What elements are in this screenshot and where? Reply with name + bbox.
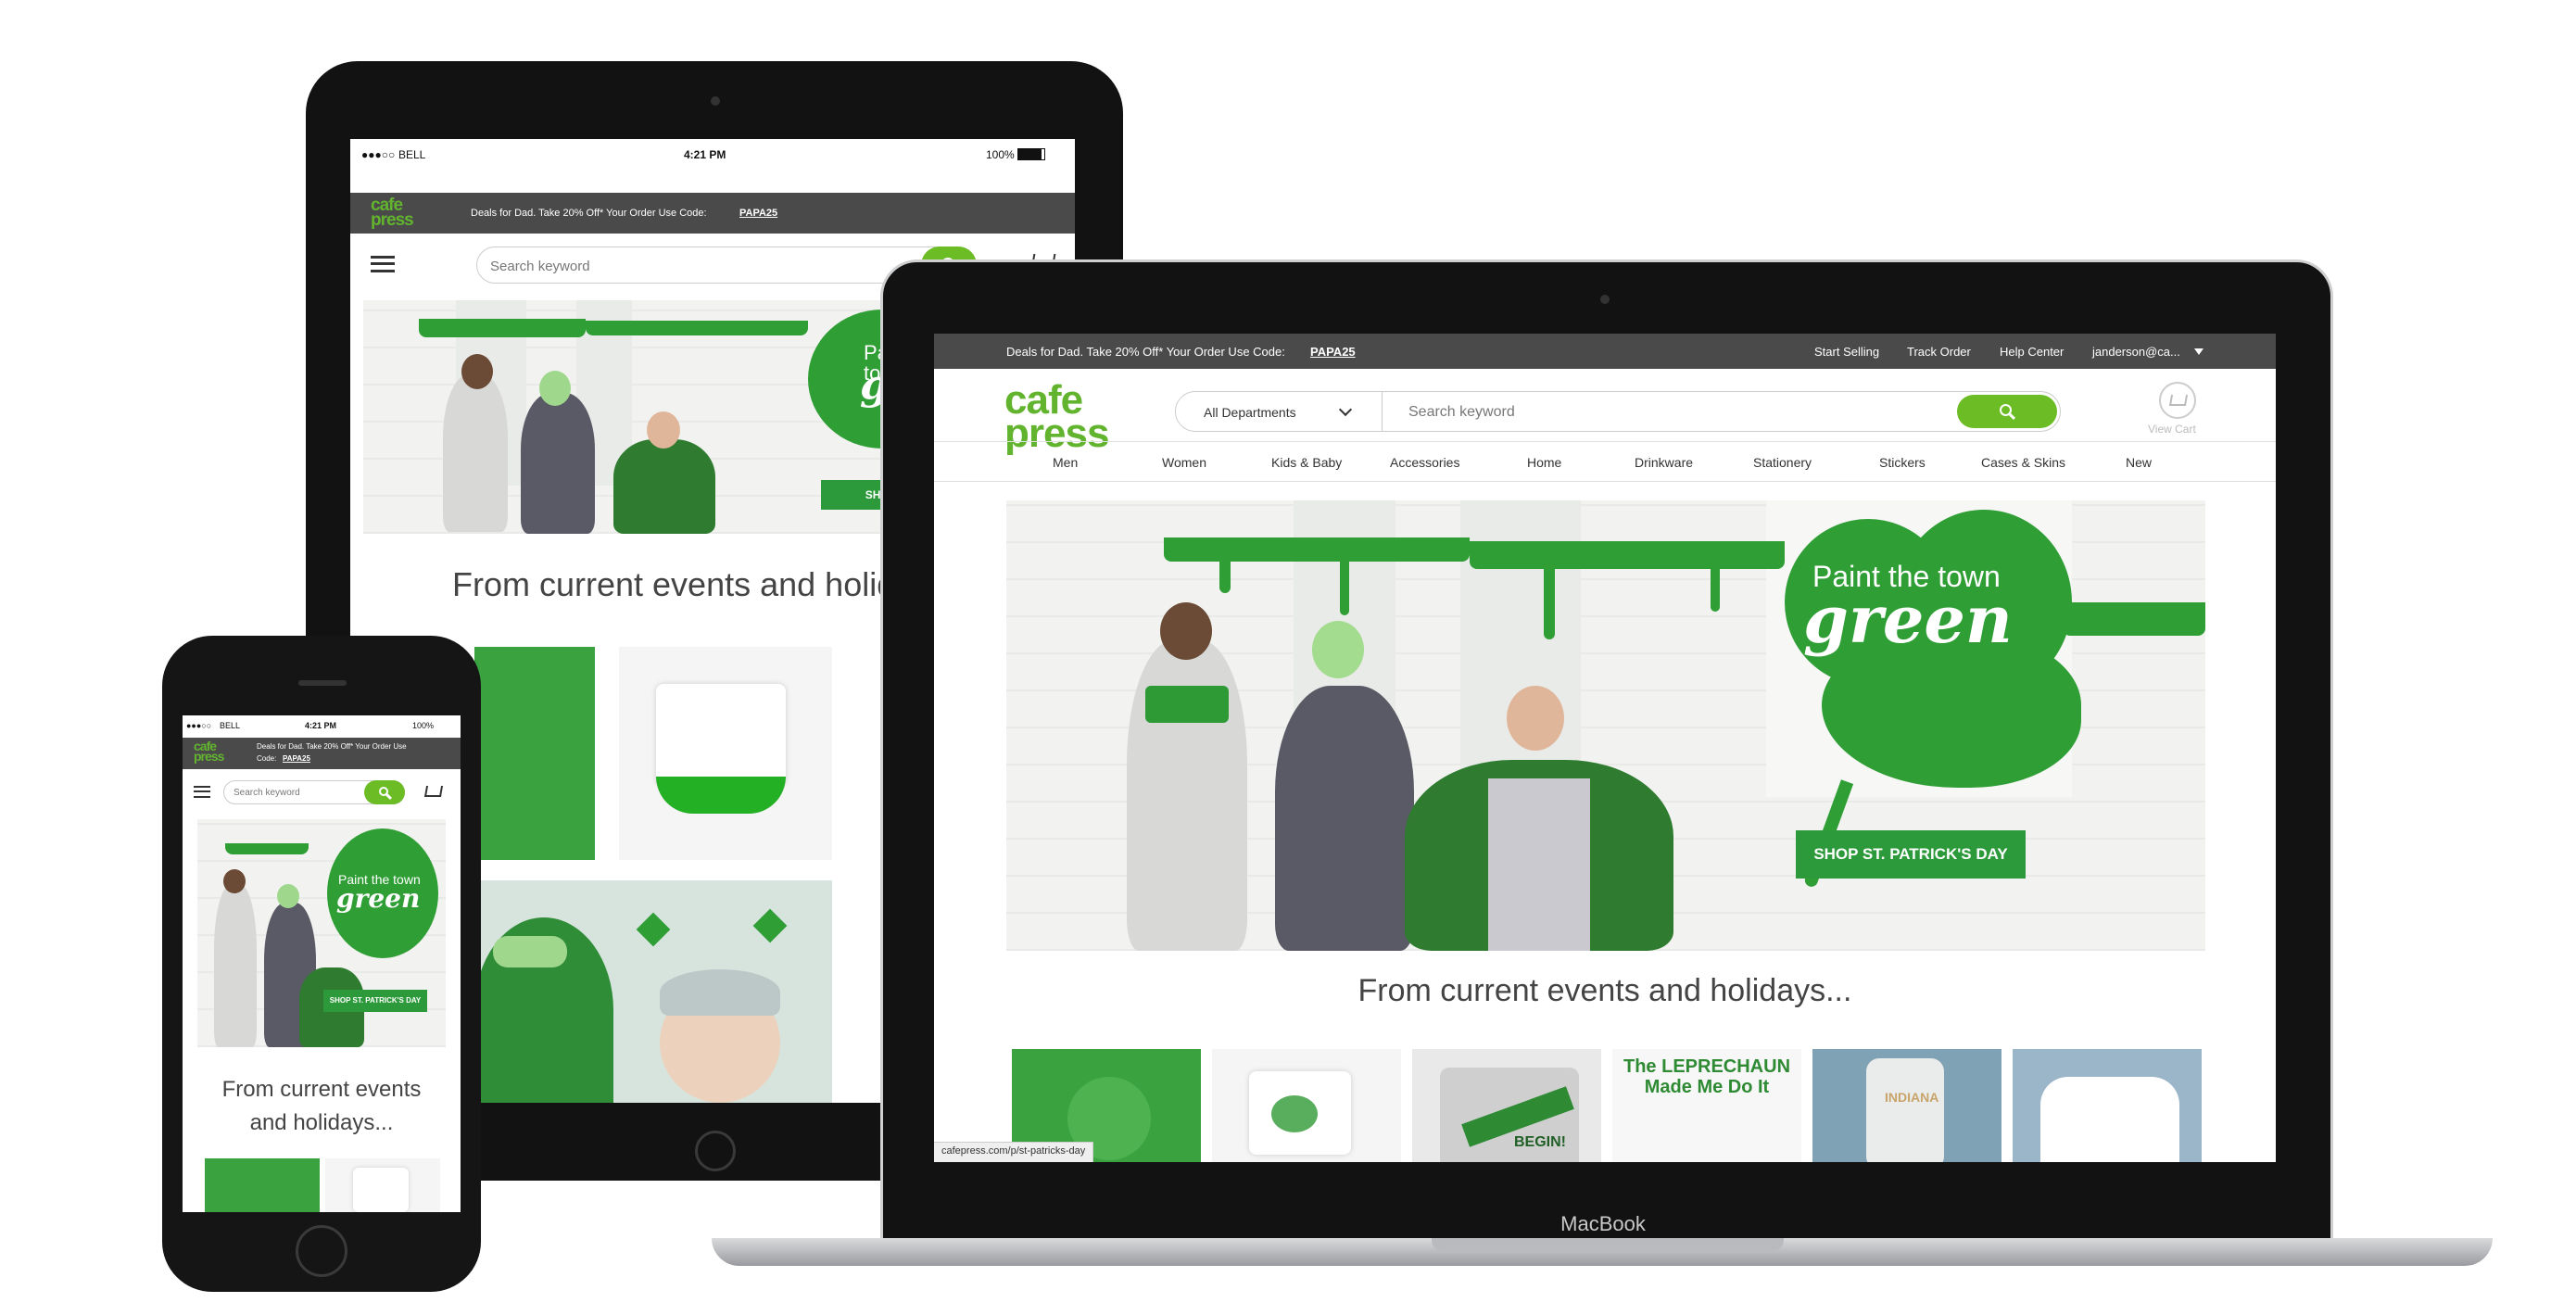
account-menu[interactable]: janderson@ca... <box>2092 345 2180 359</box>
view-cart-label[interactable]: View Cart <box>2148 423 2196 436</box>
nav-stationery[interactable]: Stationery <box>1753 455 1812 470</box>
track-order-link[interactable]: Track Order <box>1907 345 1971 359</box>
phone-home-button[interactable] <box>296 1225 347 1277</box>
product-tile[interactable]: INDIANA <box>1812 1049 2001 1162</box>
search-button[interactable] <box>364 780 405 804</box>
tablet-home-button[interactable] <box>695 1131 736 1171</box>
status-time: 4:21 PM <box>684 148 726 161</box>
promo-text: Deals for Dad. Take 20% Off* Your Order … <box>471 208 707 219</box>
battery-label: 100% <box>412 721 435 730</box>
help-center-link[interactable]: Help Center <box>2000 345 2064 359</box>
section-heading: From current events <box>221 1077 422 1102</box>
promo-text: Deals for Dad. Take 20% Off* Your Order … <box>1006 345 1285 359</box>
product-tile[interactable] <box>1212 1049 1401 1162</box>
promo-bar: Deals for Dad. Take 20% Off* Your Order … <box>934 334 2276 369</box>
cart-icon[interactable] <box>2159 382 2196 419</box>
cafepress-logo[interactable]: cafe press <box>194 740 224 765</box>
status-bar: ●●●○○ BELL 4:21 PM 100% <box>350 139 1075 171</box>
hero-headline: green <box>336 883 421 914</box>
tile-caption: BEGIN! <box>1514 1134 1566 1150</box>
nav-kids-baby[interactable]: Kids & Baby <box>1271 455 1342 470</box>
start-selling-link[interactable]: Start Selling <box>1814 345 1879 359</box>
hero-banner[interactable]: Paint the town green SHOP ST. PATRICK'S … <box>1006 500 2205 951</box>
promo-bar: cafe press Deals for Dad. Take 20% Off* … <box>183 738 461 769</box>
search-icon <box>2000 404 2012 416</box>
nav-new[interactable]: New <box>2126 455 2152 470</box>
signal-icon: ●●●○○ <box>186 721 212 730</box>
product-tile[interactable] <box>474 880 832 1103</box>
promo-code[interactable]: PAPA25 <box>283 754 310 763</box>
section-heading: From current events and holidays... <box>1357 973 1852 1008</box>
promo-code[interactable]: PAPA25 <box>739 208 777 219</box>
product-tile[interactable]: The LEPRECHAUN Made Me Do It <box>1612 1049 1801 1162</box>
tile-caption: INDIANA <box>1885 1090 1939 1105</box>
nav-cases-skins[interactable]: Cases & Skins <box>1981 455 2065 470</box>
cafepress-logo[interactable]: cafe press <box>371 196 414 230</box>
status-time: 4:21 PM <box>305 721 337 730</box>
category-nav: Men Women Kids & Baby Accessories Home D… <box>934 441 2276 482</box>
hero-cta-button[interactable]: SHOP ST. PATRICK'S DAY <box>1796 830 2026 879</box>
macbook-screen: Deals for Dad. Take 20% Off* Your Order … <box>934 334 2276 1162</box>
macbook-notch <box>1432 1238 1784 1251</box>
logo-line2: press <box>194 749 224 765</box>
nav-accessories[interactable]: Accessories <box>1390 455 1459 470</box>
search-icon <box>379 787 388 796</box>
chevron-down-icon <box>1338 402 1353 417</box>
department-select[interactable]: All Departments <box>1175 391 1383 432</box>
macbook-camera <box>1600 295 1610 304</box>
hero-banner[interactable]: Paint the town green SHOP ST. <box>363 300 956 534</box>
product-tile[interactable] <box>619 647 832 860</box>
nav-stickers[interactable]: Stickers <box>1879 455 1926 470</box>
search-placeholder: Search keyword <box>1408 404 1515 420</box>
nav-drinkware[interactable]: Drinkware <box>1635 455 1693 470</box>
product-tile[interactable] <box>205 1158 320 1212</box>
battery-icon <box>1017 148 1045 160</box>
product-tile[interactable] <box>2013 1049 2202 1162</box>
nav-men[interactable]: Men <box>1053 455 1078 470</box>
caret-down-icon[interactable] <box>2194 348 2203 355</box>
signal-icon: ●●●○○ <box>361 148 396 161</box>
section-heading: From current events and holid <box>452 565 896 603</box>
tile-caption: The LEPRECHAUN Made Me Do It <box>1623 1056 1791 1097</box>
search-placeholder: Search keyword <box>234 788 300 798</box>
product-tile[interactable] <box>325 1158 440 1212</box>
tablet-camera <box>711 96 720 106</box>
hamburger-menu-icon[interactable] <box>371 256 395 272</box>
cart-icon[interactable] <box>423 786 444 797</box>
carrier-label: BELL <box>220 721 241 730</box>
search-button[interactable] <box>1957 395 2057 428</box>
battery-label: 100% <box>986 148 1015 161</box>
macbook-label: MacBook <box>1560 1212 1646 1235</box>
carrier-label: BELL <box>398 148 426 161</box>
nav-home[interactable]: Home <box>1527 455 1561 470</box>
hero-banner[interactable]: Paint the town green SHOP ST. PATRICK'S … <box>197 819 446 1047</box>
search-placeholder: Search keyword <box>490 259 590 274</box>
section-heading-line2: and holidays... <box>249 1110 394 1135</box>
product-tile[interactable]: BEGIN! <box>1412 1049 1601 1162</box>
hero-headline: green <box>1803 581 2013 658</box>
promo-text: Deals for Dad. Take 20% Off* Your Order … <box>257 742 407 751</box>
nav-women[interactable]: Women <box>1162 455 1206 470</box>
hamburger-menu-icon[interactable] <box>194 786 210 798</box>
promo-code-label: Code: <box>257 754 277 763</box>
promo-code[interactable]: PAPA25 <box>1310 345 1356 359</box>
department-label: All Departments <box>1204 405 1296 420</box>
phone-screen: ●●●○○ BELL 4:21 PM 100% cafe press Deals… <box>183 715 461 1212</box>
status-url: cafepress.com/p/st-patricks-day <box>934 1142 1094 1162</box>
hero-cta-button[interactable]: SHOP ST. PATRICK'S DAY <box>323 990 427 1012</box>
logo-line2: press <box>371 209 414 230</box>
phone-speaker <box>298 680 347 686</box>
status-bar: ●●●○○ BELL 4:21 PM 100% <box>183 715 461 736</box>
promo-bar: cafe press Deals for Dad. Take 20% Off* … <box>350 193 1075 234</box>
product-tile[interactable] <box>474 647 595 860</box>
